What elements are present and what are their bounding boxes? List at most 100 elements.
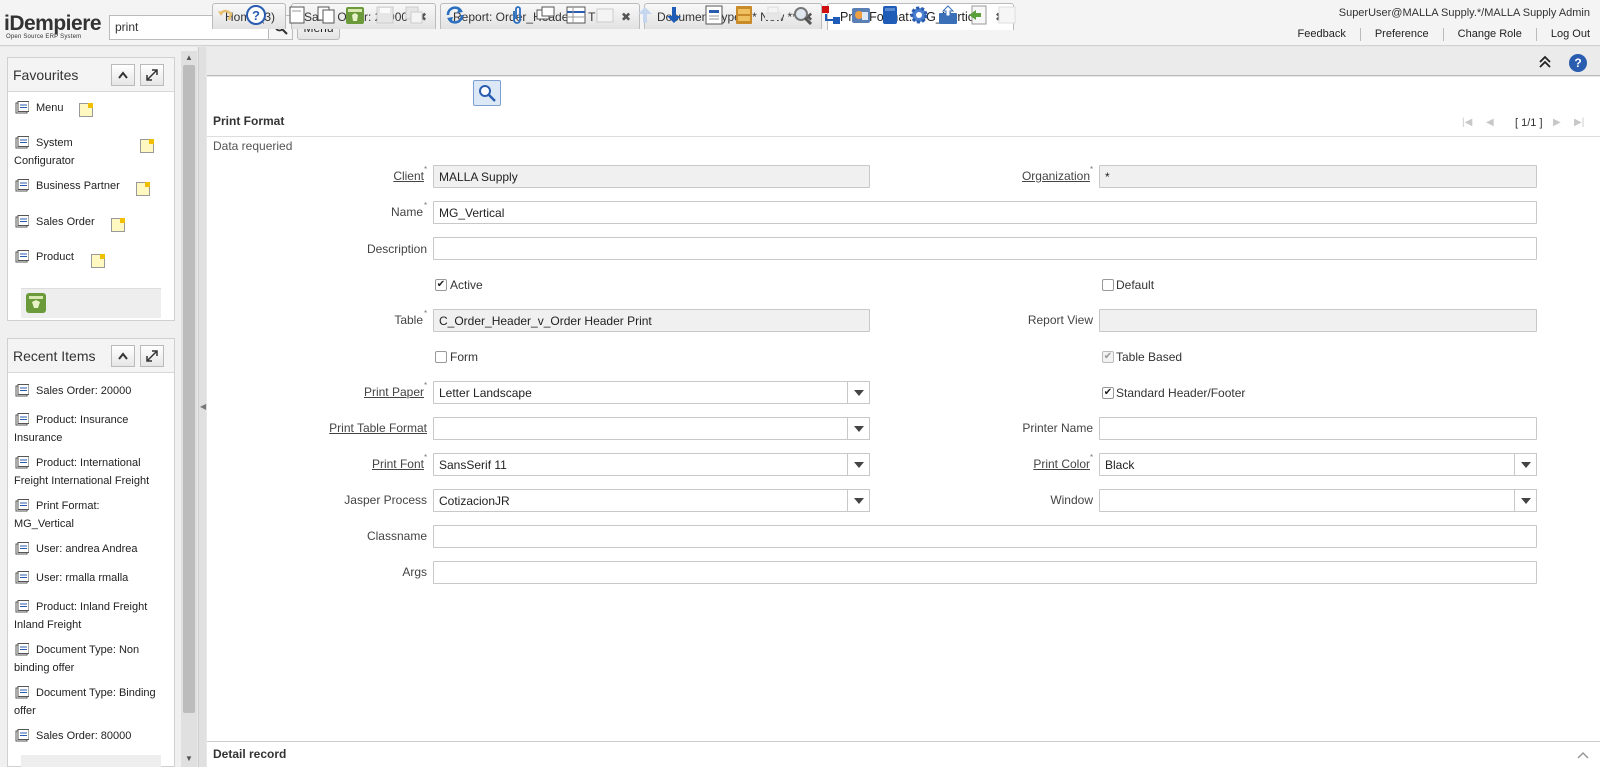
detail-record-bar[interactable] <box>207 741 1600 767</box>
copy-record-button[interactable] <box>315 4 337 26</box>
save-create-button[interactable] <box>403 4 425 26</box>
last-record-icon[interactable]: ▶| <box>1574 117 1588 129</box>
jasper-process-field[interactable]: CotizacionJR <box>433 489 848 512</box>
previous-record-icon[interactable]: ◀ <box>1486 117 1500 129</box>
user-info[interactable]: SuperUser@MALLA Supply.*/MALLA Supply Ad… <box>1339 7 1590 19</box>
print-color-field[interactable]: Black <box>1099 453 1515 476</box>
print-color-label[interactable]: Print Color <box>990 457 1090 471</box>
collapse-header-button[interactable] <box>1538 55 1552 72</box>
form-checkbox[interactable] <box>435 351 447 363</box>
process-button[interactable] <box>879 4 901 26</box>
table-field[interactable]: C_Order_Header_v_Order Header Print <box>433 309 870 332</box>
recent-item[interactable]: Product: Inland Freight Inland Freight <box>14 598 159 634</box>
window-field[interactable] <box>1099 489 1515 512</box>
print-color-dropdown-button[interactable] <box>1514 453 1537 476</box>
jasper-process-dropdown-button[interactable] <box>847 489 870 512</box>
print-paper-label[interactable]: Print Paper <box>330 385 424 399</box>
recent-item[interactable]: User: rmalla rmalla <box>14 569 159 587</box>
recent-item[interactable]: Sales Order: 80000 <box>14 727 159 745</box>
scroll-up-icon[interactable]: ▲ <box>185 53 193 62</box>
print-paper-field[interactable]: Letter Landscape <box>433 381 848 404</box>
print-table-format-field[interactable] <box>433 417 848 440</box>
logout-link[interactable]: Log Out <box>1535 28 1590 41</box>
report-view-field[interactable] <box>1099 309 1537 332</box>
next-record-icon[interactable]: ▶ <box>1553 117 1567 129</box>
favourite-item-product[interactable]: Product <box>14 248 159 266</box>
classname-field[interactable] <box>433 525 1537 548</box>
recent-item[interactable]: Print Format: MG_Vertical <box>14 497 159 533</box>
print-table-format-dropdown-button[interactable] <box>847 417 870 440</box>
recent-item[interactable]: User: andrea Andrea <box>14 540 159 558</box>
note-icon[interactable] <box>111 218 125 232</box>
previous-tab-button[interactable] <box>634 4 656 26</box>
print-font-label[interactable]: Print Font <box>330 457 424 471</box>
print-button[interactable] <box>762 4 784 26</box>
favourite-item-sales-order[interactable]: Sales Order <box>14 213 159 231</box>
collapse-left-icon[interactable]: ◀ <box>200 402 206 411</box>
organization-label[interactable]: Organization <box>960 169 1090 183</box>
maximize-favourites-button[interactable] <box>140 64 164 86</box>
standard-header-footer-checkbox[interactable]: ✔ <box>1102 387 1114 399</box>
description-field[interactable] <box>433 237 1537 260</box>
note-icon[interactable] <box>136 182 150 196</box>
new-record-button[interactable] <box>286 4 308 26</box>
help-icon[interactable]: ? <box>1569 54 1587 72</box>
find-button[interactable] <box>473 80 501 106</box>
undo-button[interactable] <box>214 4 236 26</box>
note-icon[interactable] <box>91 254 105 268</box>
args-field[interactable] <box>433 561 1537 584</box>
active-checkbox[interactable]: ✔ <box>435 279 447 291</box>
recent-item[interactable]: Document Type: Binding offer <box>14 684 159 720</box>
report-button[interactable] <box>703 4 725 26</box>
note-icon[interactable] <box>140 139 154 153</box>
save-button[interactable] <box>374 4 396 26</box>
attachment-button[interactable] <box>506 4 528 26</box>
print-table-format-label[interactable]: Print Table Format <box>300 421 427 435</box>
organization-field[interactable]: * <box>1099 165 1537 188</box>
archive-button[interactable] <box>733 4 755 26</box>
zoom-across-button[interactable] <box>791 4 813 26</box>
client-field[interactable]: MALLA Supply <box>433 165 870 188</box>
recent-item[interactable]: Document Type: Non binding offer <box>14 641 159 677</box>
sidebar-scroll-thumb[interactable] <box>183 65 195 713</box>
default-checkbox[interactable] <box>1102 279 1114 291</box>
print-font-dropdown-button[interactable] <box>847 453 870 476</box>
preference-link[interactable]: Preference <box>1359 28 1443 41</box>
refresh-button[interactable] <box>444 4 466 26</box>
recycle-bin-button[interactable] <box>24 290 48 314</box>
recent-item[interactable]: Product: International Freight Internati… <box>14 454 159 490</box>
collapse-favourites-button[interactable] <box>111 64 135 86</box>
customize-button[interactable] <box>908 4 930 26</box>
printer-name-field[interactable] <box>1099 417 1537 440</box>
note-icon[interactable] <box>79 103 93 117</box>
print-font-field[interactable]: SansSerif 11 <box>433 453 848 476</box>
parent-record-button[interactable] <box>594 4 616 26</box>
idempiere-logo[interactable]: iDempiere Open Source ERP System <box>4 13 106 40</box>
quick-form-button[interactable] <box>996 4 1018 26</box>
scroll-down-icon[interactable]: ▼ <box>185 754 193 763</box>
client-label[interactable]: Client <box>360 169 424 183</box>
help-button[interactable]: ? <box>245 4 267 26</box>
next-tab-button[interactable] <box>663 4 685 26</box>
workflow-button[interactable] <box>820 4 842 26</box>
first-record-icon[interactable]: |◀ <box>1462 117 1476 129</box>
window-dropdown-button[interactable] <box>1514 489 1537 512</box>
close-tab-icon[interactable]: ✖ <box>621 10 631 24</box>
expand-detail-button[interactable] <box>1577 748 1589 762</box>
favourite-item-system-configurator[interactable]: System Configurator <box>14 134 159 170</box>
export-button[interactable] <box>937 4 959 26</box>
import-button[interactable] <box>967 4 989 26</box>
maximize-recent-button[interactable] <box>140 345 164 367</box>
product-info-button[interactable] <box>850 4 872 26</box>
name-field[interactable]: MG_Vertical <box>433 201 1537 224</box>
chat-button[interactable] <box>535 4 557 26</box>
table-based-checkbox[interactable]: ✔ <box>1102 351 1114 363</box>
print-paper-dropdown-button[interactable] <box>847 381 870 404</box>
collapse-recent-button[interactable] <box>111 345 135 367</box>
feedback-link[interactable]: Feedback <box>1284 28 1360 41</box>
recent-item[interactable]: Product: Insurance Insurance <box>14 411 159 447</box>
delete-record-button[interactable] <box>344 4 366 26</box>
change-role-link[interactable]: Change Role <box>1442 28 1536 41</box>
grid-toggle-button[interactable] <box>565 4 587 26</box>
recent-item[interactable]: Sales Order: 20000 <box>14 382 159 400</box>
